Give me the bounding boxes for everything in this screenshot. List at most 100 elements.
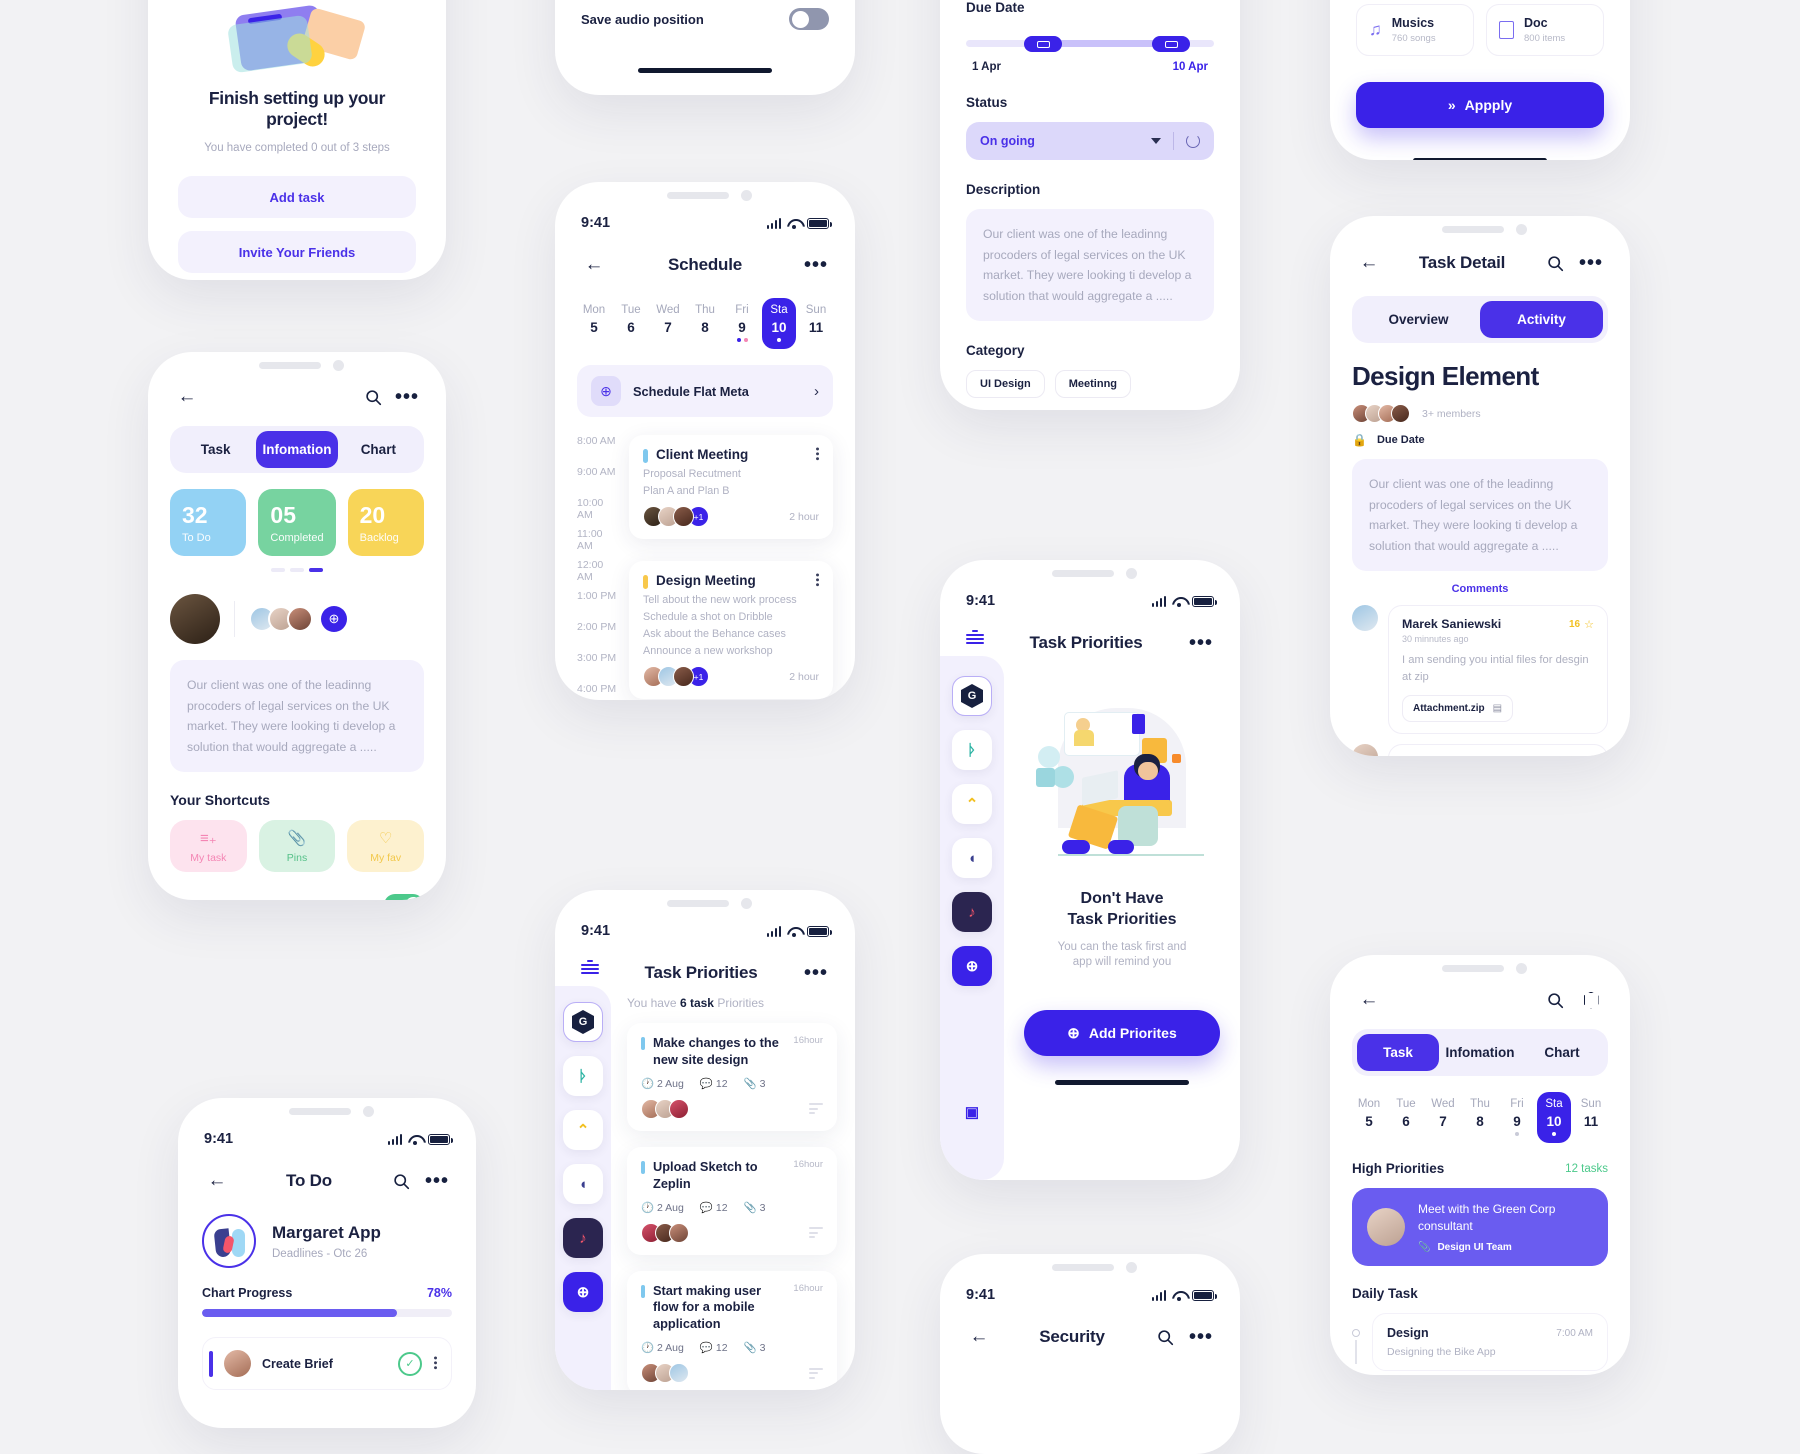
status-select[interactable]: On going xyxy=(966,122,1214,160)
rail-item-music[interactable]: ♪ xyxy=(563,1218,603,1258)
task-card[interactable]: Start making user flow for a mobile appl… xyxy=(627,1271,837,1390)
avatar[interactable] xyxy=(287,606,313,632)
back-arrow-icon[interactable]: ← xyxy=(581,252,607,278)
shortcut-my-fav[interactable]: ♡ My fav xyxy=(347,820,424,872)
day-sta-selected[interactable]: Sta10 xyxy=(762,298,796,349)
chevron-right-icon[interactable]: › xyxy=(814,383,819,400)
search-icon[interactable] xyxy=(1542,987,1568,1013)
rail-item-g[interactable]: G xyxy=(563,1002,603,1042)
tab-task[interactable]: Task xyxy=(1357,1034,1439,1071)
star-icon[interactable]: ☆ xyxy=(1584,618,1594,631)
task-card[interactable]: Upload Sketch to Zeplin 16hour 🕐 2 Aug 💬… xyxy=(627,1147,837,1255)
day-fri[interactable]: Fri9 xyxy=(725,298,759,349)
schedule-meta-row[interactable]: ⊕ Schedule Flat Meta › xyxy=(577,365,833,417)
search-icon[interactable] xyxy=(388,1168,414,1194)
tab-task[interactable]: Task xyxy=(175,431,256,468)
avatar[interactable] xyxy=(170,594,220,644)
invite-friends-button[interactable]: Invite Your Friends xyxy=(178,231,416,273)
back-arrow-icon[interactable]: ← xyxy=(966,1324,992,1350)
stat-todo[interactable]: 32 To Do xyxy=(170,489,246,556)
shortcut-my-task[interactable]: ≡₊ My task xyxy=(170,820,247,872)
day-sta-selected[interactable]: Sta10 xyxy=(1537,1092,1571,1143)
event-card-client-meeting[interactable]: Client Meeting ••• Proposal Recutment Pl… xyxy=(629,435,833,539)
more-icon[interactable]: ••• xyxy=(803,252,829,278)
tab-infomation[interactable]: Infomation xyxy=(1439,1034,1521,1071)
rail-item-t[interactable]: ᚦ xyxy=(952,730,992,770)
refresh-icon[interactable] xyxy=(1186,134,1200,148)
stat-backlog[interactable]: 20 Backlog xyxy=(348,489,424,556)
day-tue[interactable]: Tue6 xyxy=(614,298,648,349)
rail-item-t[interactable]: ᚦ xyxy=(563,1056,603,1096)
rail-item-add[interactable]: ⊕ xyxy=(563,1272,603,1312)
comment-card[interactable]: Marek Saniewski 2 ☆ 30 minnutes ago Cool… xyxy=(1388,744,1608,756)
daily-task-card[interactable]: Design 7:00 AM Designing the Bike App xyxy=(1372,1313,1608,1371)
back-arrow-icon[interactable]: ← xyxy=(174,384,200,410)
more-icon[interactable]: ••• xyxy=(815,447,819,462)
attachment-chip[interactable]: Attachment.zip ▤ xyxy=(1402,695,1513,722)
slider-handle-end[interactable] xyxy=(1152,36,1190,52)
list-lines-icon[interactable] xyxy=(809,1368,823,1379)
tab-chart[interactable]: Chart xyxy=(338,431,419,468)
add-priorities-button[interactable]: ⊕ Add Priorites xyxy=(1024,1010,1220,1056)
back-arrow-icon[interactable]: ← xyxy=(204,1168,230,1194)
list-lines-icon[interactable] xyxy=(809,1103,823,1114)
check-circle-icon[interactable]: ✓ xyxy=(398,1352,422,1376)
chevron-down-icon[interactable] xyxy=(1151,138,1161,144)
task-card[interactable]: Make changes to the new site design 16ho… xyxy=(627,1023,837,1131)
rail-item-add[interactable]: ⊕ xyxy=(952,946,992,986)
tab-infomation[interactable]: Infomation xyxy=(256,431,337,468)
tab-overview[interactable]: Overview xyxy=(1357,301,1480,338)
due-date-slider[interactable] xyxy=(966,29,1214,59)
day-tue[interactable]: Tue6 xyxy=(1389,1092,1423,1143)
day-mon[interactable]: Mon5 xyxy=(1352,1092,1386,1143)
search-icon[interactable] xyxy=(1542,250,1568,276)
menu-icon[interactable] xyxy=(966,630,984,656)
hexagon-icon[interactable] xyxy=(1578,987,1604,1013)
tab-activity[interactable]: Activity xyxy=(1480,301,1603,338)
shortcut-pins[interactable]: 📎 Pins xyxy=(259,820,336,872)
list-lines-icon[interactable] xyxy=(809,1227,823,1238)
file-card-musics[interactable]: ♫ Musics 760 songs xyxy=(1356,4,1474,56)
high-priority-card[interactable]: Meet with the Green Corp consultant 📎 De… xyxy=(1352,1188,1608,1266)
rail-item-m[interactable]: ◖ xyxy=(952,838,992,878)
menu-icon[interactable] xyxy=(581,960,599,986)
rail-item-a[interactable]: ⌃ xyxy=(952,784,992,824)
comment-card[interactable]: Marek Saniewski 16 ☆ 30 minnutes ago I a… xyxy=(1388,605,1608,734)
task-card[interactable]: Create Brief ✓ ••• xyxy=(202,1337,452,1390)
day-thu[interactable]: Thu8 xyxy=(1463,1092,1497,1143)
more-icon[interactable]: ••• xyxy=(1188,1324,1214,1350)
rail-item-music[interactable]: ♪ xyxy=(952,892,992,932)
more-icon[interactable]: ••• xyxy=(394,384,420,410)
more-icon[interactable]: ••• xyxy=(1578,250,1604,276)
more-icon[interactable]: ••• xyxy=(1188,630,1214,656)
more-icon[interactable]: ••• xyxy=(424,1168,450,1194)
time-zone-toggle[interactable] xyxy=(384,894,424,900)
file-card-doc[interactable]: Doc 800 items xyxy=(1486,4,1604,56)
more-icon[interactable]: ••• xyxy=(433,1356,437,1371)
back-arrow-icon[interactable]: ← xyxy=(1356,250,1382,276)
add-task-button[interactable]: Add task xyxy=(178,176,416,218)
apply-button[interactable]: » Appply xyxy=(1356,82,1604,128)
day-sun[interactable]: Sun11 xyxy=(799,298,833,349)
more-icon[interactable]: ••• xyxy=(815,573,819,588)
day-wed[interactable]: Wed7 xyxy=(651,298,685,349)
day-thu[interactable]: Thu8 xyxy=(688,298,722,349)
slider-handle-start[interactable] xyxy=(1024,36,1062,52)
search-icon[interactable] xyxy=(1152,1324,1178,1350)
day-fri[interactable]: Fri9 xyxy=(1500,1092,1534,1143)
more-icon[interactable]: ••• xyxy=(803,960,829,986)
add-member-button[interactable]: ⊕ xyxy=(321,606,347,632)
rail-item-a[interactable]: ⌃ xyxy=(563,1110,603,1150)
tab-chart[interactable]: Chart xyxy=(1521,1034,1603,1071)
rail-item-m[interactable]: ◖ xyxy=(563,1164,603,1204)
category-chip-meeting[interactable]: Meetinng xyxy=(1055,370,1131,398)
rail-item-g[interactable]: G xyxy=(952,676,992,716)
search-icon[interactable] xyxy=(360,384,386,410)
event-card-design-meeting[interactable]: Design Meeting ••• Tell about the new wo… xyxy=(629,561,833,699)
back-arrow-icon[interactable]: ← xyxy=(1356,987,1382,1013)
rail-item-wallet[interactable]: ▣ xyxy=(952,1092,992,1132)
day-mon[interactable]: Mon5 xyxy=(577,298,611,349)
day-wed[interactable]: Wed7 xyxy=(1426,1092,1460,1143)
day-sun[interactable]: Sun11 xyxy=(1574,1092,1608,1143)
save-audio-toggle[interactable] xyxy=(789,8,829,30)
